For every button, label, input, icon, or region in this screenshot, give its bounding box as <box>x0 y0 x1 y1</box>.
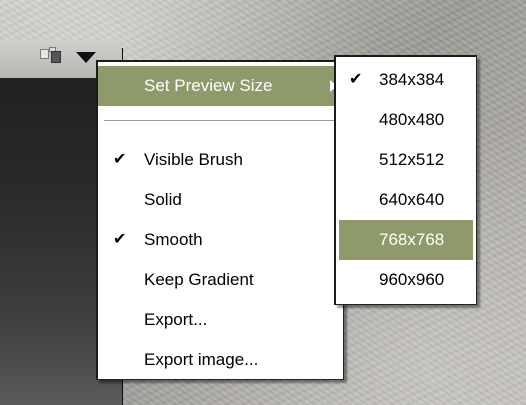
submenu-item-480[interactable]: 480x480 <box>339 100 473 140</box>
menu-item-label: Solid <box>144 190 182 209</box>
menu-item-label: Export image... <box>144 350 259 369</box>
menu-item-keep-gradient[interactable]: Keep Gradient <box>98 260 343 300</box>
menu-item-label: Set Preview Size <box>144 76 273 95</box>
menu-item-label: Smooth <box>144 230 203 249</box>
checkmark-icon: ✔ <box>113 151 127 168</box>
menu-item-set-preview-size[interactable]: Set Preview Size <box>98 66 343 106</box>
palette-icon[interactable] <box>40 47 62 63</box>
menu-item-label: Keep Gradient <box>144 270 254 289</box>
menu-item-label: Export... <box>144 310 208 329</box>
checkmark-icon: ✔ <box>113 231 127 248</box>
menu-separator <box>104 120 337 122</box>
submenu-item-768[interactable]: 768x768 <box>339 220 473 260</box>
submenu-item-label: 640x640 <box>379 190 445 209</box>
submenu-item-label: 768x768 <box>379 230 445 249</box>
menu-item-solid[interactable]: Solid <box>98 180 343 220</box>
menu-item-visible-brush[interactable]: ✔ Visible Brush <box>98 140 343 180</box>
submenu-item-label: 512x512 <box>379 150 445 169</box>
menu-item-label: Visible Brush <box>144 150 243 169</box>
preview-size-submenu: ✔ 384x384 480x480 512x512 640x640 768x76… <box>334 55 477 305</box>
submenu-item-label: 384x384 <box>379 70 445 89</box>
checkmark-icon: ✔ <box>349 71 363 88</box>
menu-item-export-image[interactable]: Export image... <box>98 340 343 380</box>
submenu-item-512[interactable]: 512x512 <box>339 140 473 180</box>
submenu-item-label: 960x960 <box>379 270 445 289</box>
submenu-item-label: 480x480 <box>379 110 445 129</box>
context-menu: Set Preview Size ✔ Visible Brush Solid ✔… <box>96 60 344 380</box>
submenu-item-384[interactable]: ✔ 384x384 <box>339 60 473 100</box>
submenu-item-640[interactable]: 640x640 <box>339 180 473 220</box>
submenu-item-960[interactable]: 960x960 <box>339 260 473 300</box>
menu-item-smooth[interactable]: ✔ Smooth <box>98 220 343 260</box>
dropdown-arrow-icon[interactable] <box>76 52 96 63</box>
menu-item-export[interactable]: Export... <box>98 300 343 340</box>
